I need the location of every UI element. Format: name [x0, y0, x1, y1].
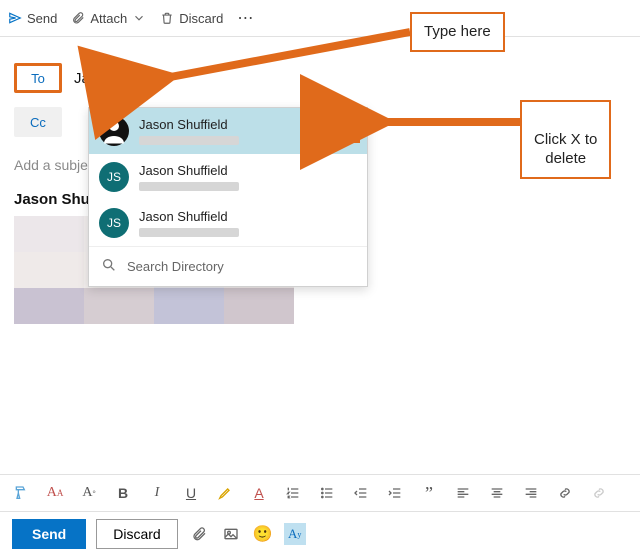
- cc-label: Cc: [30, 115, 46, 130]
- underline-button[interactable]: U: [180, 482, 202, 504]
- align-left-button[interactable]: [452, 482, 474, 504]
- suggestion-name: Jason Shuffield: [139, 209, 357, 224]
- link-button[interactable]: [554, 482, 576, 504]
- align-right-button[interactable]: [520, 482, 542, 504]
- attach-icon[interactable]: [188, 523, 210, 545]
- attach-action[interactable]: Attach: [71, 11, 146, 26]
- contact-suggestions: Jason Shuffield JS Jason Shuffield JS Ja…: [88, 107, 368, 287]
- chevron-down-icon: [132, 11, 146, 25]
- trash-icon: [160, 11, 174, 25]
- search-directory[interactable]: Search Directory: [89, 247, 367, 286]
- suggestion-name: Jason Shuffield: [139, 163, 357, 178]
- attach-label: Attach: [90, 11, 127, 26]
- discard-action[interactable]: Discard: [160, 11, 223, 26]
- suggestion-subtext: [139, 136, 239, 145]
- bullet-list-button[interactable]: [316, 482, 338, 504]
- italic-button[interactable]: I: [146, 482, 168, 504]
- suggestion-subtext: [139, 182, 239, 191]
- outdent-button[interactable]: [350, 482, 372, 504]
- search-directory-label: Search Directory: [127, 259, 224, 274]
- send-label: Send: [27, 11, 57, 26]
- font-size-up-icon[interactable]: AA: [44, 482, 66, 504]
- font-size-down-icon[interactable]: A°: [78, 482, 100, 504]
- suggestion-item[interactable]: JS Jason Shuffield: [89, 154, 367, 200]
- annotation-text: Click X to delete: [534, 131, 597, 168]
- suggestion-item[interactable]: Jason Shuffield: [89, 108, 367, 154]
- send-icon: [8, 11, 22, 25]
- highlight-button[interactable]: [214, 482, 236, 504]
- indent-button[interactable]: [384, 482, 406, 504]
- emoji-icon[interactable]: 🙂: [252, 523, 274, 545]
- avatar: JS: [99, 162, 129, 192]
- unlink-button[interactable]: [588, 482, 610, 504]
- discard-button[interactable]: Discard: [96, 519, 177, 549]
- top-toolbar: Send Attach Discard ⋯: [0, 0, 640, 36]
- format-painter-icon[interactable]: [10, 482, 32, 504]
- suggestion-item[interactable]: JS Jason Shuffield: [89, 200, 367, 246]
- bold-button[interactable]: B: [112, 482, 134, 504]
- quote-button[interactable]: ”: [418, 482, 440, 504]
- to-input[interactable]: [74, 70, 234, 87]
- send-button[interactable]: Send: [12, 519, 86, 549]
- ellipsis-icon: ⋯: [237, 8, 255, 28]
- avatar: [99, 116, 129, 146]
- align-center-button[interactable]: [486, 482, 508, 504]
- numbered-list-button[interactable]: [282, 482, 304, 504]
- to-button[interactable]: To: [14, 63, 62, 93]
- more-action[interactable]: ⋯: [237, 8, 255, 28]
- suggestion-name: Jason Shuffield: [139, 117, 329, 132]
- avatar: JS: [99, 208, 129, 238]
- to-label: To: [31, 71, 45, 86]
- compose-area: To Cc Add a subject Jason Shuffield: [0, 53, 640, 324]
- annotation-click-x: Click X to delete: [520, 100, 611, 179]
- cc-button[interactable]: Cc: [14, 107, 62, 137]
- remove-suggestion-button[interactable]: [339, 122, 357, 140]
- annotation-type-here: Type here: [410, 12, 505, 52]
- divider: [0, 36, 640, 37]
- font-color-button[interactable]: A: [248, 482, 270, 504]
- paperclip-icon: [71, 11, 85, 25]
- picture-icon[interactable]: [220, 523, 242, 545]
- search-icon: [101, 257, 117, 276]
- discard-label: Discard: [179, 11, 223, 26]
- send-action[interactable]: Send: [8, 11, 57, 26]
- accessibility-icon[interactable]: Ay: [284, 523, 306, 545]
- suggestion-subtext: [139, 228, 239, 237]
- annotation-text: Type here: [424, 23, 491, 40]
- bottom-action-bar: Send Discard 🙂 Ay: [0, 512, 640, 556]
- formatting-toolbar: AA A° B I U A ”: [0, 474, 640, 512]
